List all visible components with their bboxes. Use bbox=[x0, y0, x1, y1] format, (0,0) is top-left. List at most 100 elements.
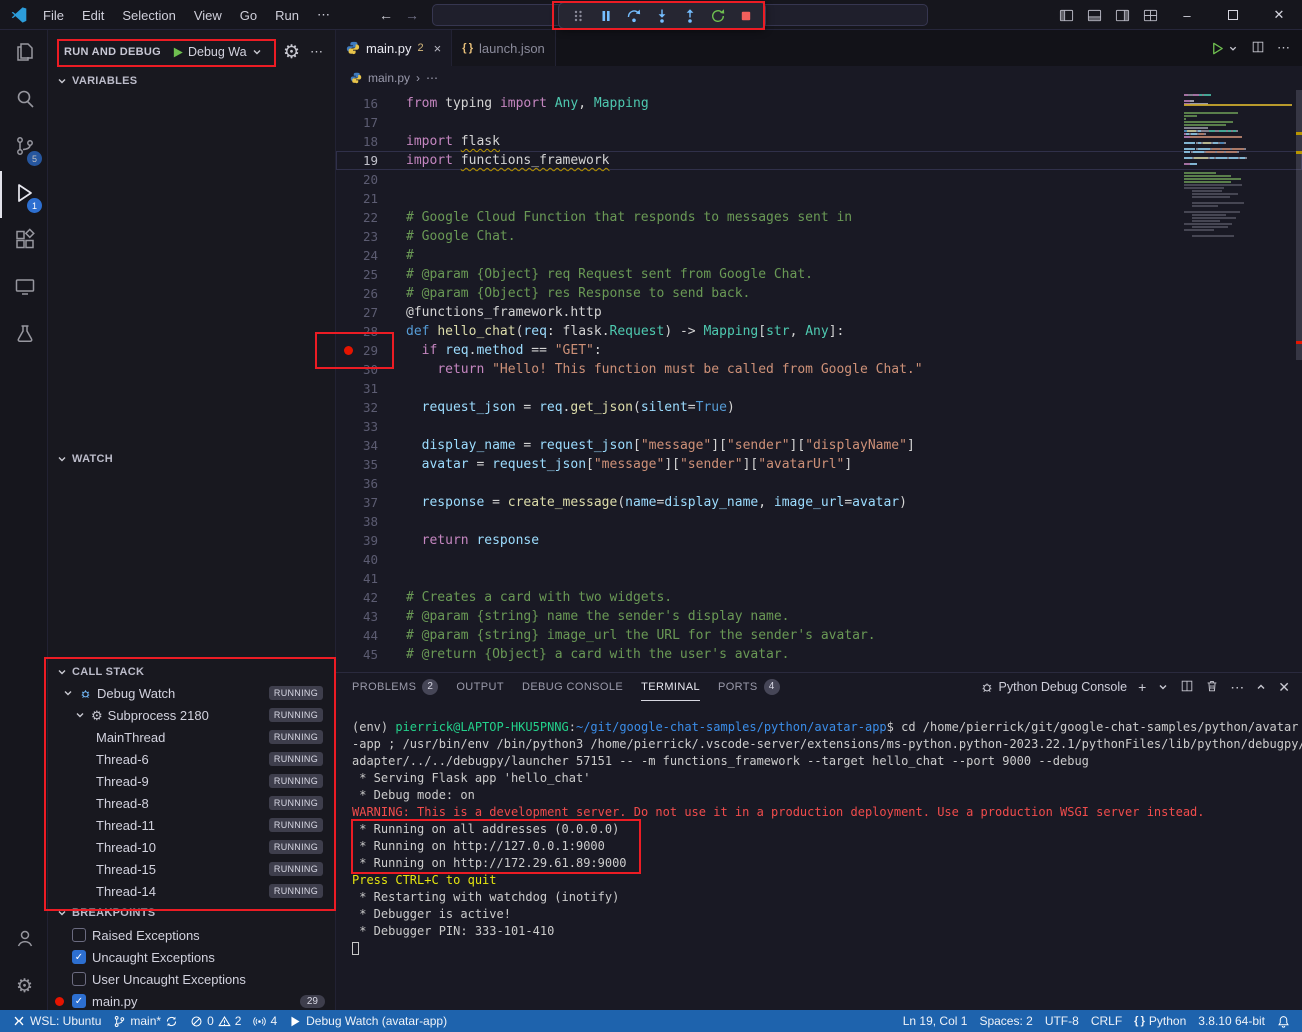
status-debug-session[interactable]: Debug Watch (avatar-app) bbox=[283, 1010, 453, 1032]
terminal-output[interactable]: (env) pierrick@LAPTOP-HKU5PNNG:~/git/goo… bbox=[336, 701, 1302, 1010]
gutter-line-22[interactable]: 22 bbox=[336, 208, 378, 227]
gutter-line-43[interactable]: 43 bbox=[336, 607, 378, 626]
editor-scrollbar[interactable] bbox=[1296, 90, 1302, 672]
breakpoint-item[interactable]: User Uncaught Exceptions bbox=[48, 968, 335, 990]
minimize-button[interactable]: – bbox=[1164, 0, 1210, 30]
debug-step-out-button[interactable] bbox=[678, 5, 702, 27]
debug-step-into-button[interactable] bbox=[650, 5, 674, 27]
status-encoding[interactable]: UTF-8 bbox=[1039, 1010, 1085, 1032]
more-actions-icon[interactable]: ⋯ bbox=[1230, 679, 1244, 696]
gutter-line-16[interactable]: 16 bbox=[336, 94, 378, 113]
terminal-session-label[interactable]: Python Debug Console bbox=[980, 680, 1128, 694]
debug-restart-button[interactable] bbox=[706, 5, 730, 27]
navigate-forward-icon[interactable]: → bbox=[400, 4, 424, 26]
activity-search[interactable] bbox=[0, 77, 47, 124]
status-language[interactable]: { }Python bbox=[1128, 1010, 1192, 1032]
section-breakpoints[interactable]: BREAKPOINTS bbox=[48, 902, 335, 924]
gutter-line-37[interactable]: 37 bbox=[336, 493, 378, 512]
status-cursor-position[interactable]: Ln 19, Col 1 bbox=[897, 1010, 974, 1032]
terminal-dropdown-icon[interactable] bbox=[1157, 682, 1169, 692]
menu-edit[interactable]: Edit bbox=[73, 4, 113, 26]
gutter-line-25[interactable]: 25 bbox=[336, 265, 378, 284]
gutter-line-28[interactable]: 28 bbox=[336, 322, 378, 341]
gutter-line-29[interactable]: 29 bbox=[336, 341, 378, 360]
status-branch[interactable]: main* bbox=[107, 1010, 184, 1032]
tab-main-py[interactable]: main.py 2 × bbox=[336, 30, 452, 66]
gutter-line-44[interactable]: 44 bbox=[336, 626, 378, 645]
gutter-line-42[interactable]: 42 bbox=[336, 588, 378, 607]
call-stack-item[interactable]: Thread-10RUNNING bbox=[48, 836, 335, 858]
activity-manage[interactable]: ⚙ bbox=[0, 963, 47, 1010]
activity-explorer[interactable] bbox=[0, 30, 47, 77]
status-remote[interactable]: WSL: Ubuntu bbox=[6, 1010, 107, 1032]
call-stack-item[interactable]: Thread-8RUNNING bbox=[48, 792, 335, 814]
toggle-panel-icon[interactable] bbox=[1080, 0, 1108, 30]
menubar-more[interactable]: ⋯ bbox=[308, 4, 339, 26]
call-stack-item[interactable]: Thread-11RUNNING bbox=[48, 814, 335, 836]
call-stack-item[interactable]: Debug WatchRUNNING bbox=[48, 682, 335, 704]
breakpoint-item[interactable]: ✓Uncaught Exceptions bbox=[48, 946, 335, 968]
panel-tab-problems[interactable]: PROBLEMS2 bbox=[352, 673, 438, 701]
activity-source-control[interactable]: 5 bbox=[0, 124, 47, 171]
breakpoint-checkbox[interactable]: ✓ bbox=[72, 994, 86, 1008]
gutter-line-32[interactable]: 32 bbox=[336, 398, 378, 417]
gutter-line-39[interactable]: 39 bbox=[336, 531, 378, 550]
kill-terminal-icon[interactable] bbox=[1205, 679, 1219, 696]
call-stack-item[interactable]: Thread-15RUNNING bbox=[48, 858, 335, 880]
maximize-panel-icon[interactable] bbox=[1255, 682, 1267, 692]
debug-stop-button[interactable] bbox=[734, 5, 758, 27]
gutter-line-34[interactable]: 34 bbox=[336, 436, 378, 455]
more-actions-icon[interactable]: ⋯ bbox=[310, 44, 323, 60]
more-actions-icon[interactable]: ⋯ bbox=[1277, 40, 1290, 56]
panel-tab-output[interactable]: OUTPUT bbox=[456, 673, 504, 701]
menu-run[interactable]: Run bbox=[266, 4, 308, 26]
menu-selection[interactable]: Selection bbox=[113, 4, 184, 26]
gutter-line-45[interactable]: 45 bbox=[336, 645, 378, 664]
breakpoint-item[interactable]: Raised Exceptions bbox=[48, 924, 335, 946]
gutter-line-19[interactable]: 19 bbox=[336, 151, 378, 170]
gutter-line-21[interactable]: 21 bbox=[336, 189, 378, 208]
menu-view[interactable]: View bbox=[185, 4, 231, 26]
gear-icon[interactable]: ⚙ bbox=[283, 43, 300, 62]
activity-testing[interactable] bbox=[0, 312, 47, 359]
status-ports[interactable]: 4 bbox=[247, 1010, 283, 1032]
new-terminal-icon[interactable]: + bbox=[1138, 679, 1146, 695]
panel-tab-debug-console[interactable]: DEBUG CONSOLE bbox=[522, 673, 623, 701]
launch-config-dropdown[interactable]: Debug Wa bbox=[171, 45, 263, 59]
breakpoint-dot-icon[interactable] bbox=[344, 346, 353, 355]
gutter-line-41[interactable]: 41 bbox=[336, 569, 378, 588]
toggle-secondary-sidebar-icon[interactable] bbox=[1108, 0, 1136, 30]
status-interpreter[interactable]: 3.8.10 64-bit bbox=[1192, 1010, 1271, 1032]
close-button[interactable]: ✕ bbox=[1256, 0, 1302, 30]
debug-pause-button[interactable] bbox=[594, 5, 618, 27]
gutter-line-24[interactable]: 24 bbox=[336, 246, 378, 265]
debug-step-over-button[interactable] bbox=[622, 5, 646, 27]
activity-run-and-debug[interactable]: 1 bbox=[0, 171, 47, 218]
status-indentation[interactable]: Spaces: 2 bbox=[973, 1010, 1038, 1032]
panel-tab-ports[interactable]: PORTS4 bbox=[718, 673, 780, 701]
gutter-line-38[interactable]: 38 bbox=[336, 512, 378, 531]
gutter-line-26[interactable]: 26 bbox=[336, 284, 378, 303]
gutter-line-18[interactable]: 18 bbox=[336, 132, 378, 151]
gutter-line-17[interactable]: 17 bbox=[336, 113, 378, 132]
code-editor[interactable]: 16 from typing import Any, Mapping 17 18… bbox=[336, 90, 1302, 672]
customize-layout-icon[interactable] bbox=[1136, 0, 1164, 30]
maximize-button[interactable] bbox=[1210, 0, 1256, 30]
call-stack-item[interactable]: MainThreadRUNNING bbox=[48, 726, 335, 748]
gutter-line-30[interactable]: 30 bbox=[336, 360, 378, 379]
gutter-line-20[interactable]: 20 bbox=[336, 170, 378, 189]
toggle-primary-sidebar-icon[interactable] bbox=[1052, 0, 1080, 30]
menu-file[interactable]: File bbox=[34, 4, 73, 26]
call-stack-item[interactable]: ⚙Subprocess 2180RUNNING bbox=[48, 704, 335, 726]
breakpoint-checkbox[interactable] bbox=[72, 928, 86, 942]
activity-remote-explorer[interactable] bbox=[0, 265, 47, 312]
navigate-back-icon[interactable]: ← bbox=[374, 4, 398, 26]
status-eol[interactable]: CRLF bbox=[1085, 1010, 1128, 1032]
split-editor-icon[interactable] bbox=[1251, 40, 1265, 57]
split-terminal-icon[interactable] bbox=[1180, 679, 1194, 696]
activity-extensions[interactable] bbox=[0, 218, 47, 265]
panel-tab-terminal[interactable]: TERMINAL bbox=[641, 673, 700, 701]
breakpoint-checkbox[interactable] bbox=[72, 972, 86, 986]
call-stack-item[interactable]: Thread-14RUNNING bbox=[48, 880, 335, 902]
activity-accounts[interactable] bbox=[0, 916, 47, 963]
